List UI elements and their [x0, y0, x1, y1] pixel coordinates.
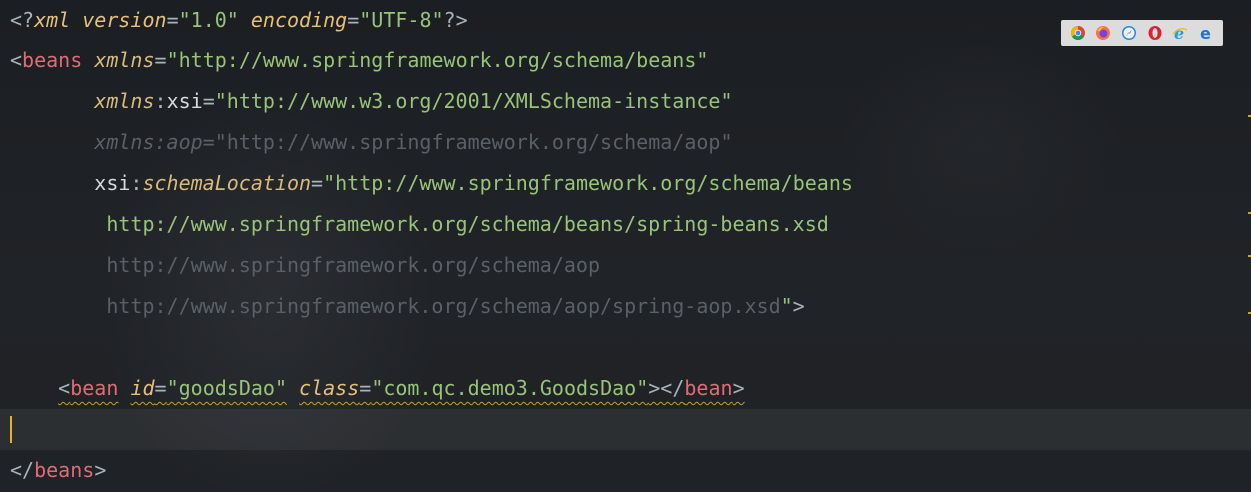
code-token: =: [154, 48, 167, 72]
code-token: =: [166, 8, 179, 32]
code-line[interactable]: <beans xmlns="http://www.springframework…: [10, 40, 708, 81]
code-editor[interactable]: <?xml version="1.0" encoding="UTF-8"?> <b…: [0, 0, 1251, 492]
code-token: xmlns:aop: [94, 130, 203, 154]
code-token: >: [94, 458, 107, 482]
svg-text:e: e: [1200, 25, 1211, 41]
code-token: version: [82, 8, 167, 32]
ie-icon[interactable]: e: [1171, 24, 1189, 42]
code-token: =: [359, 376, 372, 400]
code-token: "http://www.springframework.org/schema/b…: [166, 48, 709, 72]
code-token: "http://www.springframework.org/schema/b…: [323, 171, 853, 195]
code-token: xmlns: [94, 89, 155, 113]
code-token: bean: [70, 376, 119, 400]
edge-icon[interactable]: e: [1197, 24, 1215, 42]
code-line[interactable]: http://www.springframework.org/schema/ao…: [10, 245, 600, 286]
code-token: xml: [34, 8, 71, 32]
code-token: ?>: [443, 8, 468, 32]
code-token: =: [202, 89, 215, 113]
code-token: ></: [648, 376, 685, 400]
code-token: id: [130, 376, 155, 400]
code-token: schemaLocation: [142, 171, 312, 195]
browser-preview-bar: e e: [1061, 20, 1223, 46]
code-token: "com.qc.demo3.GoodsDao": [371, 376, 649, 400]
svg-text:e: e: [1174, 25, 1184, 41]
code-token: http://www.springframework.org/schema/be…: [106, 212, 829, 236]
code-token: ": [780, 294, 793, 318]
code-token: xsi: [94, 171, 131, 195]
code-token: class: [299, 376, 360, 400]
code-token: :: [130, 171, 143, 195]
firefox-icon[interactable]: [1094, 24, 1112, 42]
code-token: =: [202, 130, 215, 154]
code-line[interactable]: http://www.springframework.org/schema/ao…: [10, 286, 805, 327]
code-token: "1.0": [178, 8, 239, 32]
code-token: beans: [34, 458, 95, 482]
code-line[interactable]: <?xml version="1.0" encoding="UTF-8"?>: [10, 0, 468, 41]
code-token: >: [792, 294, 805, 318]
code-token: http://www.springframework.org/schema/ao…: [106, 253, 601, 277]
code-token: "UTF-8": [359, 8, 444, 32]
code-token: </: [10, 458, 35, 482]
code-line[interactable]: <bean id="goodsDao" class="com.qc.demo3.…: [10, 368, 745, 409]
code-token: =: [347, 8, 360, 32]
code-token: xmlns: [94, 48, 155, 72]
code-token: =: [311, 171, 324, 195]
code-line[interactable]: http://www.springframework.org/schema/be…: [10, 204, 829, 245]
code-token: <?: [10, 8, 35, 32]
text-caret: [10, 416, 12, 443]
current-line-highlight: [0, 409, 1251, 450]
code-token: xsi: [166, 89, 203, 113]
code-token: =: [154, 376, 167, 400]
code-token: >: [732, 376, 745, 400]
code-token: "http://www.springframework.org/schema/a…: [214, 130, 733, 154]
code-token: <: [10, 48, 23, 72]
opera-icon[interactable]: [1146, 24, 1164, 42]
code-token: "http://www.w3.org/2001/XMLSchema-instan…: [214, 89, 733, 113]
code-token: beans: [22, 48, 83, 72]
chrome-icon[interactable]: [1069, 24, 1087, 42]
code-line[interactable]: xmlns:xsi="http://www.w3.org/2001/XMLSch…: [10, 81, 733, 122]
code-token: "goodsDao": [166, 376, 287, 400]
code-token: encoding: [250, 8, 348, 32]
code-line[interactable]: xsi:schemaLocation="http://www.springfra…: [10, 163, 853, 204]
code-token: http://www.springframework.org/schema/ao…: [106, 294, 781, 318]
safari-icon[interactable]: [1120, 24, 1138, 42]
code-line[interactable]: xmlns:aop="http://www.springframework.or…: [10, 122, 732, 163]
code-line[interactable]: </beans>: [10, 450, 106, 491]
code-token: <: [58, 376, 71, 400]
code-token: :: [154, 89, 167, 113]
code-token: bean: [684, 376, 733, 400]
